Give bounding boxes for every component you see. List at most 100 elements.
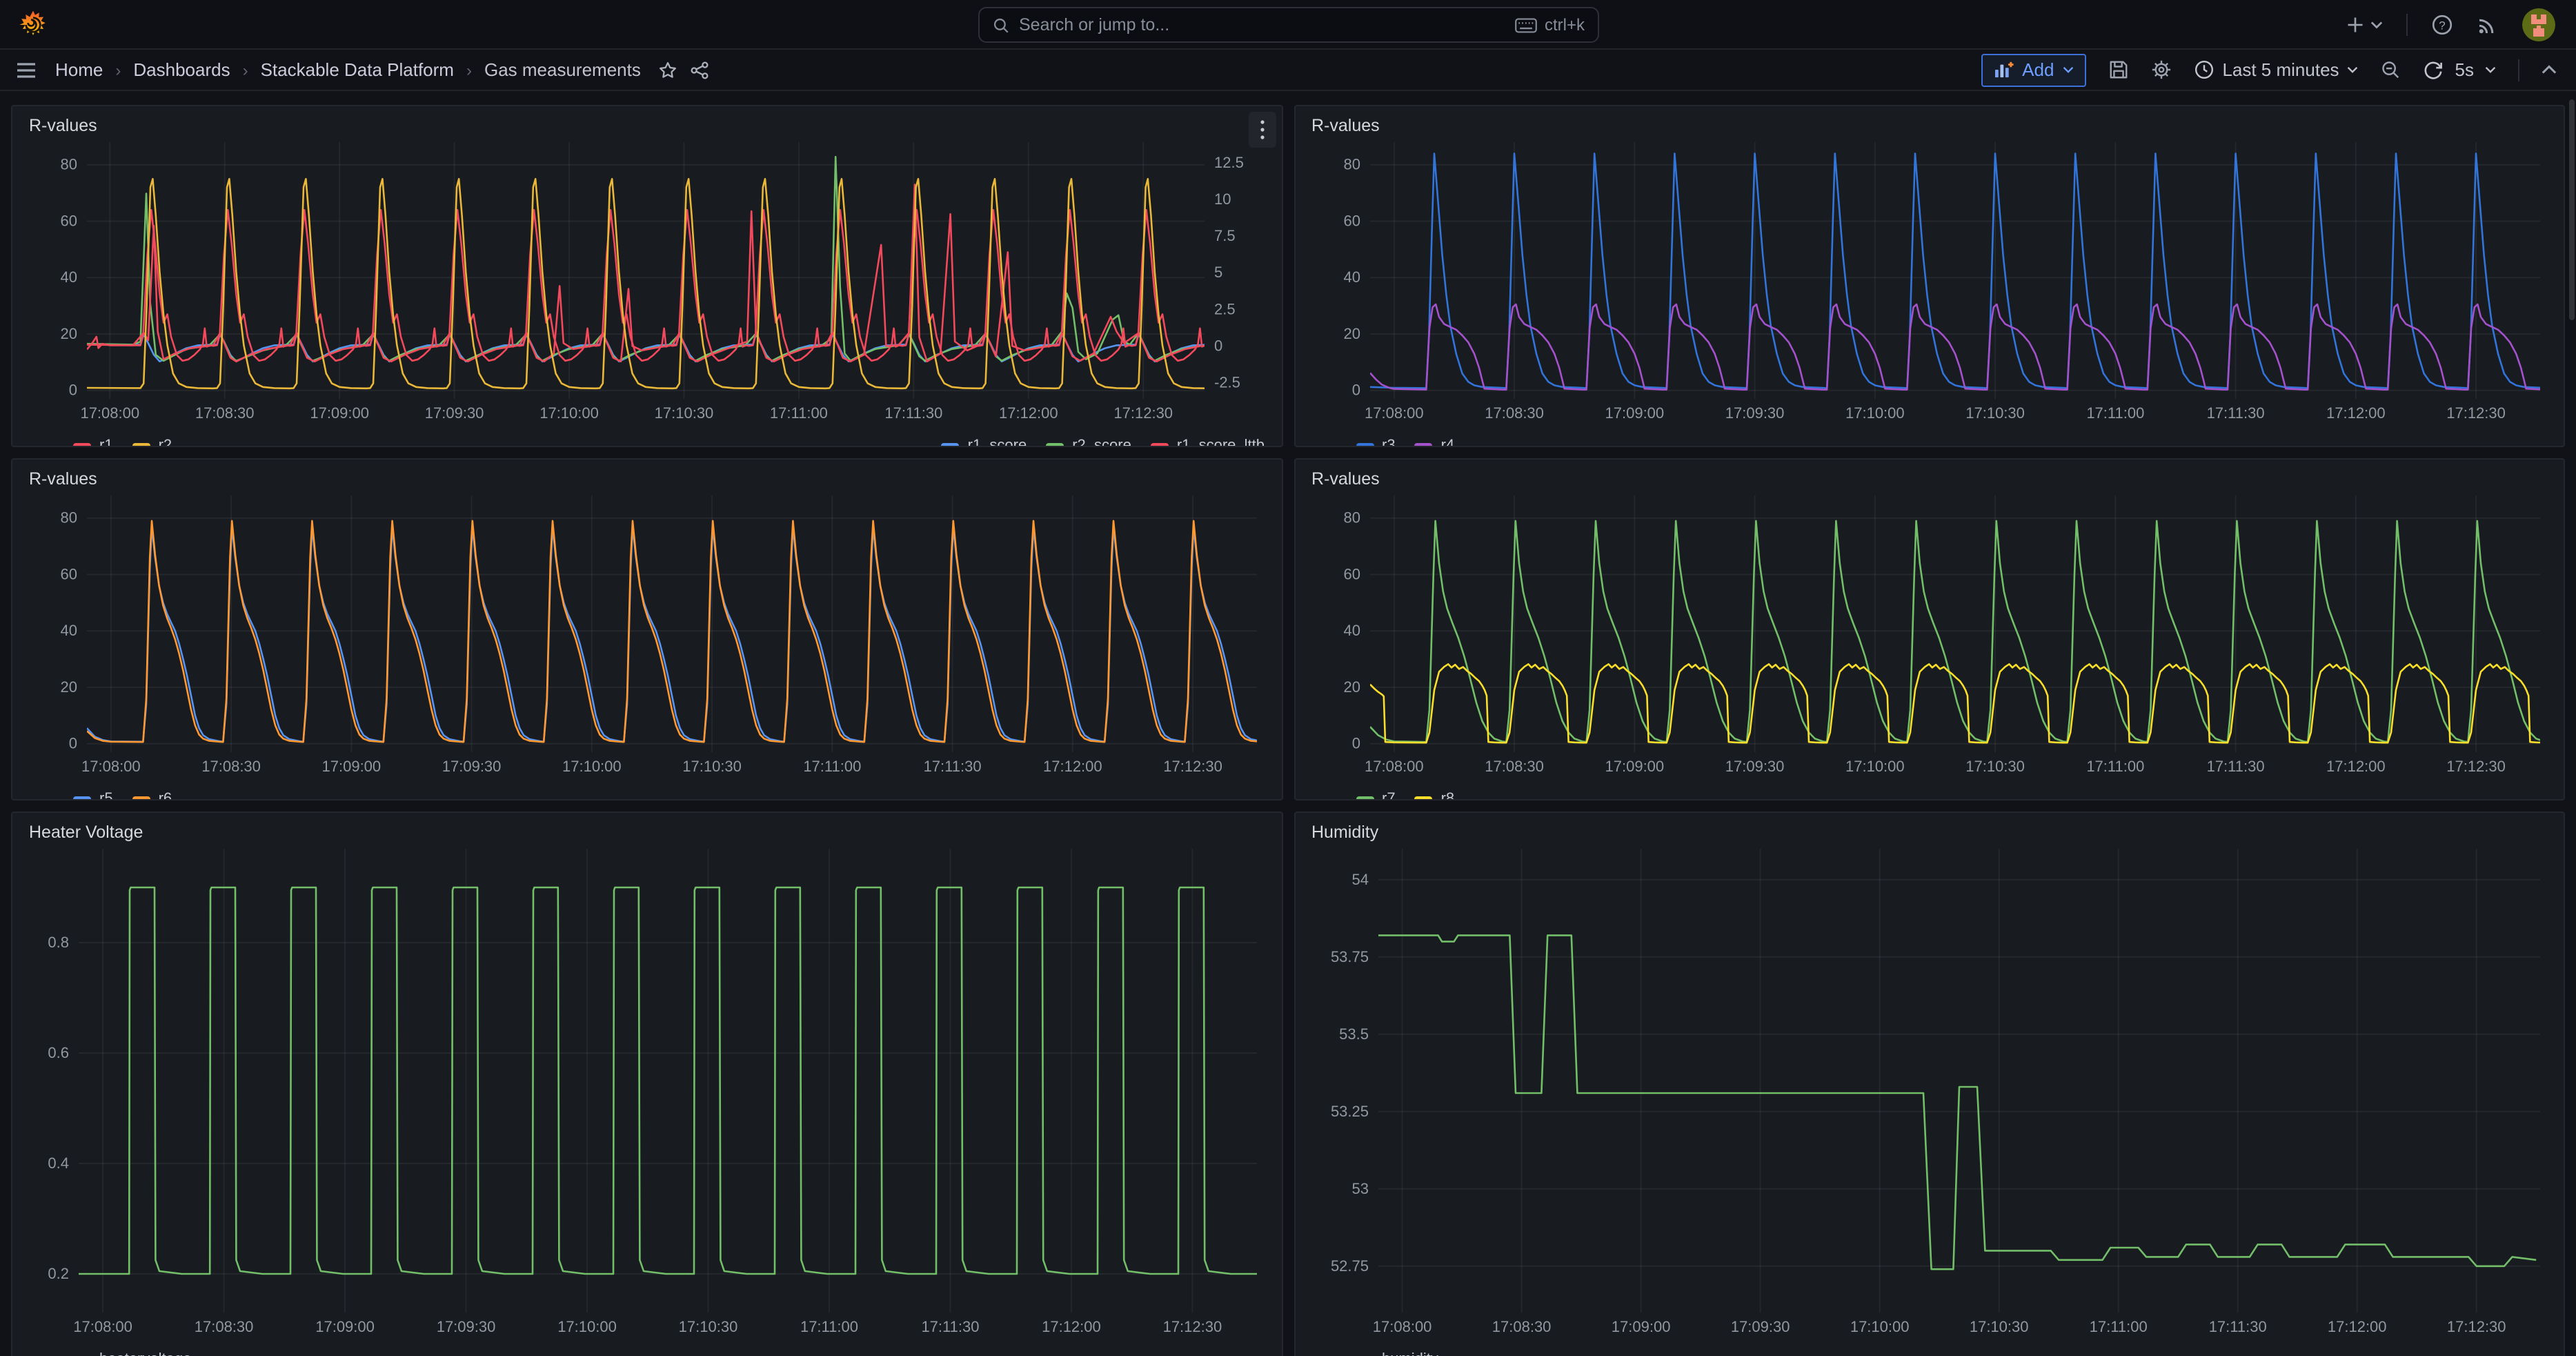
svg-text:53.75: 53.75: [1330, 948, 1368, 965]
panel-header[interactable]: R-values: [26, 113, 1267, 142]
breadcrumb-dashboards[interactable]: Dashboards: [133, 59, 230, 80]
svg-text:17:12:30: 17:12:30: [1163, 758, 1222, 775]
svg-text:0.8: 0.8: [48, 934, 69, 951]
legend-label: r3: [1382, 438, 1396, 447]
svg-text:17:12:00: 17:12:00: [2326, 758, 2385, 775]
breadcrumb-folder[interactable]: Stackable Data Platform: [261, 59, 454, 80]
legend-item-r1[interactable]: r1: [73, 438, 113, 447]
svg-text:17:12:30: 17:12:30: [2446, 404, 2505, 422]
legend-item-r5[interactable]: r5: [73, 791, 113, 800]
legend-label: r2: [159, 438, 172, 447]
new-button[interactable]: [2346, 14, 2383, 34]
legend-label: r1_score: [968, 438, 1027, 447]
svg-text:17:10:00: 17:10:00: [557, 1318, 617, 1335]
chart-r-values-4[interactable]: 17:08:0017:08:3017:09:0017:09:3017:10:00…: [1309, 495, 2550, 780]
panel-title: Heater Voltage: [29, 823, 143, 842]
zoom-out-icon[interactable]: [2381, 59, 2401, 80]
svg-text:60: 60: [1343, 565, 1360, 582]
menu-hamburger-icon[interactable]: [15, 59, 37, 81]
svg-text:17:12:00: 17:12:00: [2327, 1318, 2386, 1335]
panel-r-values-3: R-values17:08:0017:08:3017:09:0017:09:30…: [11, 458, 1282, 800]
svg-text:0: 0: [1214, 337, 1222, 354]
save-dashboard-icon[interactable]: [2108, 59, 2128, 80]
breadcrumb-home[interactable]: Home: [55, 59, 103, 80]
legend-item-r4[interactable]: r4: [1415, 438, 1455, 447]
legend-label: r7: [1382, 791, 1396, 800]
svg-text:?: ?: [2439, 18, 2445, 31]
series-heatervoltage: [79, 887, 1268, 1274]
legend-label: r1: [99, 438, 113, 447]
add-button[interactable]: Add: [1981, 53, 2085, 86]
legend-item-r7[interactable]: r7: [1356, 791, 1396, 800]
chart-r-values-3[interactable]: 17:08:0017:08:3017:09:0017:09:3017:10:00…: [26, 495, 1268, 780]
series-r2_score: [87, 157, 1200, 361]
svg-text:17:10:00: 17:10:00: [539, 404, 599, 422]
scrollbar-thumb[interactable]: [2569, 99, 2575, 320]
legend-item-r1_score[interactable]: r1_score: [942, 438, 1027, 447]
help-icon[interactable]: ?: [2431, 13, 2453, 35]
svg-text:17:09:30: 17:09:30: [1725, 404, 1784, 422]
legend-item-r2_score[interactable]: r2_score: [1046, 438, 1131, 447]
legend-label: r5: [99, 791, 113, 800]
svg-text:5: 5: [1214, 264, 1222, 281]
collapse-toolbar-chevron-up-icon[interactable]: [2542, 65, 2557, 75]
panel-header[interactable]: R-values: [1309, 113, 2550, 142]
divider: [2406, 13, 2408, 35]
star-icon[interactable]: [659, 60, 678, 79]
chart-heater-voltage[interactable]: 17:08:0017:08:3017:09:0017:09:3017:10:00…: [26, 849, 1268, 1340]
panel-humidity: Humidity 17:08:0017:08:3017:09:0017:09:30…: [1294, 812, 2565, 1356]
search-input[interactable]: Search or jump to... ctrl+k: [978, 7, 1598, 43]
series-r1_score_lttb: [87, 185, 1200, 362]
grafana-app: Search or jump to... ctrl+k ?: [0, 0, 2576, 1356]
panel-header[interactable]: R-values: [1309, 466, 2550, 495]
legend-item-r2[interactable]: r2: [132, 438, 172, 447]
svg-text:17:11:00: 17:11:00: [2085, 404, 2143, 422]
svg-text:17:12:00: 17:12:00: [1042, 1318, 1101, 1335]
legend-swatch: [1356, 796, 1374, 800]
chevron-down-icon: [2348, 66, 2359, 73]
series-r3: [1369, 153, 2550, 388]
chart-r-values-2[interactable]: 17:08:0017:08:3017:09:0017:09:3017:10:00…: [1309, 142, 2550, 426]
svg-text:20: 20: [61, 678, 77, 696]
panel-header[interactable]: R-values: [26, 466, 1267, 495]
panel-title: R-values: [29, 116, 97, 135]
legend-label: r2_score: [1072, 438, 1131, 447]
divider: [2518, 59, 2519, 81]
legend-item-r8[interactable]: r8: [1415, 791, 1455, 800]
legend-swatch: [1151, 443, 1169, 447]
legend-swatch: [73, 443, 91, 447]
dashboard-grid: R-values17:08:0017:08:3017:09:0017:09:30…: [0, 91, 2576, 1356]
svg-text:7.5: 7.5: [1214, 227, 1236, 244]
news-rss-icon[interactable]: [2477, 13, 2499, 35]
panel-title: Humidity: [1311, 823, 1378, 842]
svg-text:17:10:30: 17:10:30: [1965, 404, 2024, 422]
time-range-picker[interactable]: Last 5 minutes: [2193, 59, 2358, 80]
legend-label: r1_score_lttb: [1177, 438, 1265, 447]
legend-item-r6[interactable]: r6: [132, 791, 172, 800]
user-avatar[interactable]: [2522, 8, 2555, 41]
svg-text:10: 10: [1214, 190, 1231, 208]
svg-text:17:11:30: 17:11:30: [2206, 404, 2264, 422]
legend-item-r3[interactable]: r3: [1356, 438, 1396, 447]
svg-text:17:11:00: 17:11:00: [770, 404, 828, 422]
toolbar-actions: Add Last 5 minutes: [1981, 53, 2557, 86]
svg-text:17:08:30: 17:08:30: [1484, 758, 1543, 775]
chart-r-values-1[interactable]: 17:08:0017:08:3017:09:0017:09:3017:10:00…: [26, 142, 1268, 426]
shortcut-hint: ctrl+k: [1516, 15, 1585, 35]
chart-humidity[interactable]: 17:08:0017:08:3017:09:0017:09:3017:10:00…: [1309, 849, 2550, 1340]
panel-menu-kebab-icon[interactable]: [1248, 112, 1276, 148]
legend-item-r1_score_lttb[interactable]: r1_score_lttb: [1151, 438, 1265, 447]
panel-header[interactable]: Heater Voltage: [26, 820, 1267, 849]
panel-header[interactable]: Humidity: [1309, 820, 2550, 849]
dashboard-settings-gear-icon[interactable]: [2150, 59, 2171, 80]
refresh-button[interactable]: 5s: [2424, 59, 2496, 80]
legend-item-humidity[interactable]: humidity: [1356, 1351, 1438, 1356]
svg-text:17:12:30: 17:12:30: [2446, 758, 2505, 775]
grafana-logo-icon[interactable]: [18, 9, 48, 39]
svg-text:17:08:30: 17:08:30: [195, 404, 255, 422]
svg-text:17:08:00: 17:08:00: [1364, 404, 1423, 422]
legend-item-heatervoltage[interactable]: heatervoltage: [73, 1351, 191, 1356]
svg-text:60: 60: [61, 565, 77, 582]
share-icon[interactable]: [691, 60, 710, 79]
svg-text:17:08:00: 17:08:00: [81, 758, 141, 775]
